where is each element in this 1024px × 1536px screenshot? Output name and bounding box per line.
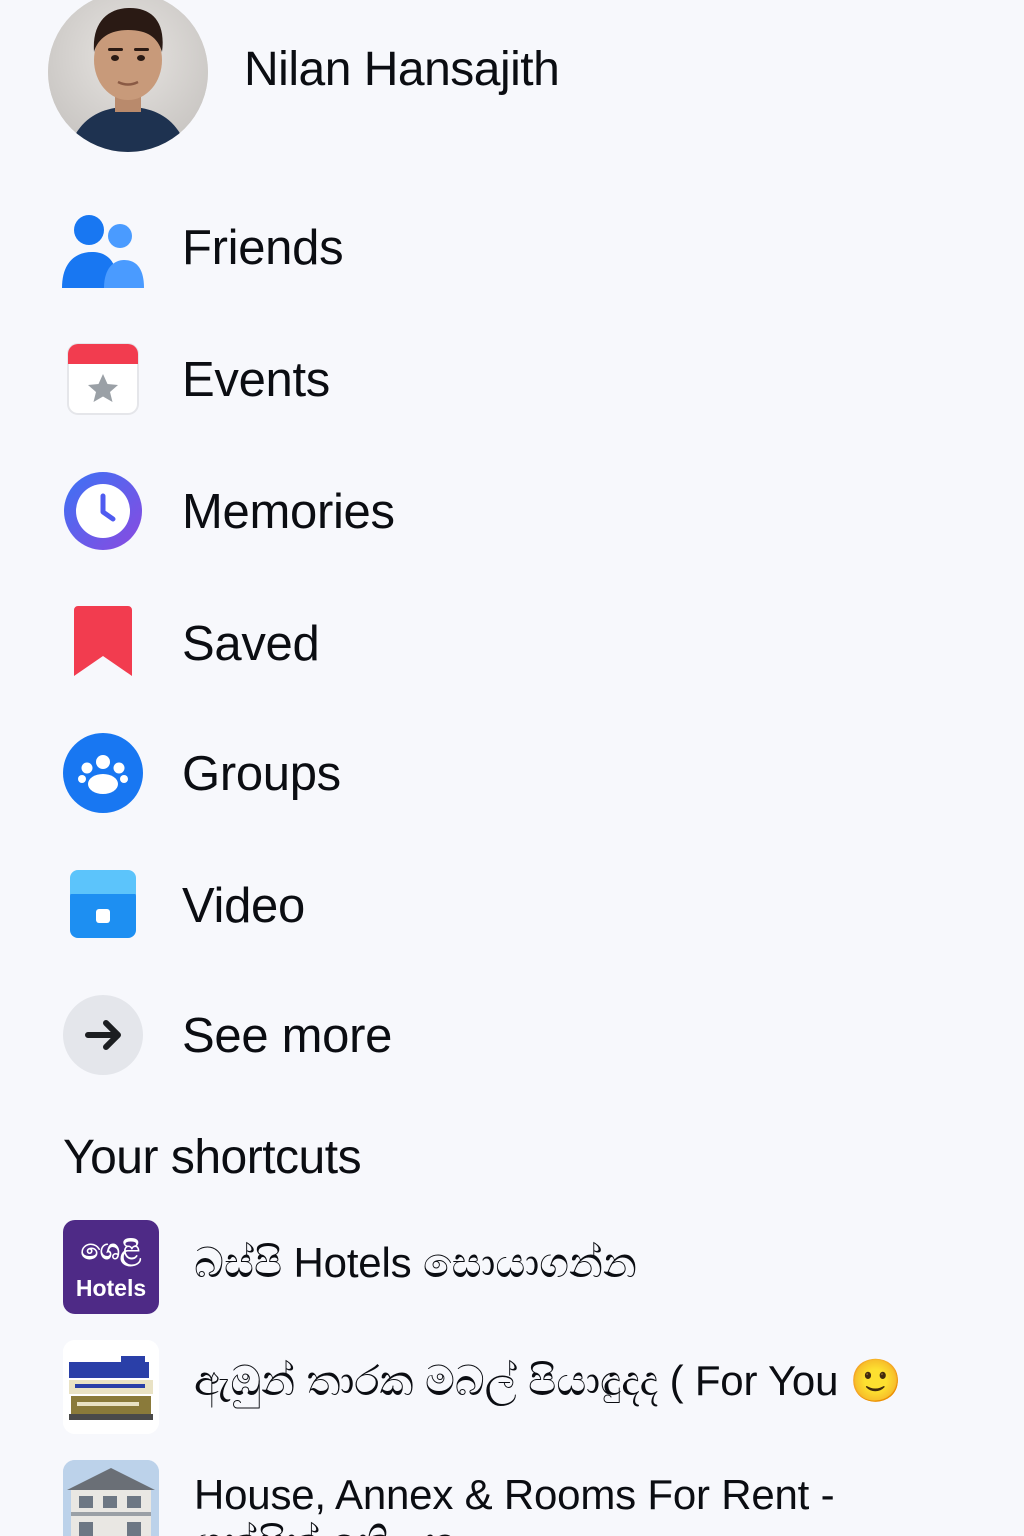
shortcut-thumbnail-house — [63, 1460, 159, 1536]
video-icon — [70, 870, 136, 938]
menu-item-memories[interactable]: Memories — [0, 450, 1024, 570]
shortcut-item[interactable]: ඇඹුන් තාරක මබල් පියාඳුදද ( For You 🙂 — [0, 1340, 1024, 1450]
thumb-text-sinhala: ශෙළි — [80, 1233, 142, 1266]
groups-icon — [63, 733, 143, 813]
shortcut-item[interactable]: House, Annex & Rooms For Rent - ශත්පිත් … — [0, 1460, 1024, 1536]
shortcut-label: House, Annex & Rooms For Rent - — [194, 1471, 835, 1518]
avatar[interactable] — [48, 0, 208, 152]
menu-label-see-more: See more — [182, 1009, 393, 1063]
menu-label-friends: Friends — [182, 221, 344, 275]
menu-item-friends[interactable]: Friends — [0, 186, 1024, 306]
menu-item-video[interactable]: Video — [0, 844, 1024, 964]
menu-label-events: Events — [182, 353, 330, 407]
profile-name[interactable]: Nilan Hansajith — [244, 38, 560, 102]
memories-clock-icon — [64, 472, 142, 550]
saved-bookmark-icon — [74, 606, 132, 676]
shortcut-thumbnail-hotels: ශෙළි Hotels — [63, 1220, 159, 1314]
shortcut-thumbnail-sign — [63, 1340, 159, 1434]
shortcut-label: බස්පි Hotels සොයාගන්න — [194, 1239, 637, 1286]
shortcut-label: ඇඹුන් තාරක මබල් පියාඳුදද ( For You 🙂 — [194, 1357, 902, 1404]
events-calendar-icon — [67, 343, 139, 415]
app-menu-screen: Nilan Hansajith Friends Events Memories … — [0, 0, 1024, 1536]
avatar-photo — [48, 0, 208, 152]
menu-label-groups: Groups — [182, 747, 341, 801]
arrow-right-icon — [63, 995, 143, 1075]
menu-item-saved[interactable]: Saved — [0, 582, 1024, 702]
menu-label-saved: Saved — [182, 617, 320, 671]
menu-item-see-more[interactable]: See more — [0, 974, 1024, 1094]
house-photo — [63, 1460, 159, 1536]
friends-icon — [62, 215, 144, 288]
menu-label-memories: Memories — [182, 485, 395, 539]
shortcuts-section-title: Your shortcuts — [63, 1131, 362, 1184]
profile-header[interactable]: Nilan Hansajith — [0, 0, 1024, 160]
shortcut-item[interactable]: ශෙළි Hotels බස්පි Hotels සොයාගන්න — [0, 1220, 1024, 1330]
menu-item-groups[interactable]: Groups — [0, 712, 1024, 832]
sign-board-image — [63, 1340, 159, 1434]
menu-label-video: Video — [182, 879, 305, 933]
shortcut-label-line2: ශත්පිත් ඉතිලන — [194, 1518, 457, 1536]
thumb-text-hotels: Hotels — [75, 1275, 147, 1301]
menu-item-events[interactable]: Events — [0, 318, 1024, 438]
